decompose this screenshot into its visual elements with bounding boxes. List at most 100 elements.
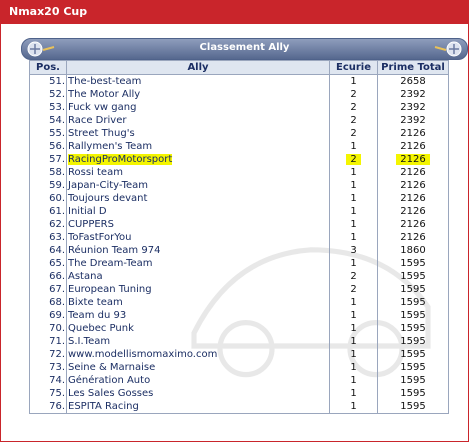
ecurie-count-cell: 2 — [329, 153, 378, 166]
ally-name-link[interactable]: Race Driver — [66, 114, 330, 127]
title-bar: Nmax20 Cup — [1, 1, 468, 24]
table-row: 57. RacingProMotorsport 2 2126 — [29, 153, 449, 166]
ecurie-count-cell: 2 — [329, 88, 378, 101]
prime-total-cell: 2126 — [377, 218, 449, 231]
ally-name-link[interactable]: S.I.Team — [66, 335, 330, 348]
rank-cell: 59. — [29, 179, 67, 192]
ally-name-link[interactable]: Street Thug's — [66, 127, 330, 140]
ecurie-count-cell: 1 — [329, 374, 378, 387]
prime-total-cell: 1595 — [377, 348, 449, 361]
ally-name-link[interactable]: www.modellismomaximo.com — [66, 348, 330, 361]
table-row: 70. Quebec Punk 1 1595 — [29, 322, 449, 335]
ally-name-link[interactable]: ESPITA Racing — [66, 400, 330, 414]
ecurie-count-cell: 1 — [329, 231, 378, 244]
prime-total-cell: 2126 — [377, 179, 449, 192]
prime-total-cell: 2392 — [377, 114, 449, 127]
table-row: 55. Street Thug's 2 2126 — [29, 127, 449, 140]
table-row: 74. Génération Auto 1 1595 — [29, 374, 449, 387]
highlight-mark: 2126 — [396, 154, 430, 165]
prime-total-cell: 2126 — [377, 192, 449, 205]
prime-total-cell: 2126 — [377, 166, 449, 179]
rank-cell: 54. — [29, 114, 67, 127]
ally-name-link[interactable]: The Dream-Team — [66, 257, 330, 270]
window-title: Nmax20 Cup — [9, 5, 88, 18]
ecurie-count-cell: 1 — [329, 205, 378, 218]
ecurie-count-cell: 1 — [329, 140, 378, 153]
ally-name-link[interactable]: Seine & Marnaise — [66, 361, 330, 374]
ally-name-link[interactable]: European Tuning — [66, 283, 330, 296]
table-row: 67. European Tuning 2 1595 — [29, 283, 449, 296]
prime-total-cell: 1595 — [377, 400, 449, 414]
table-row: 58. Rossi team 1 2126 — [29, 166, 449, 179]
prime-total-cell: 1595 — [377, 309, 449, 322]
ecurie-count-cell: 1 — [329, 348, 378, 361]
nmax-logo-icon — [434, 41, 462, 57]
column-header-pos: Pos. — [29, 60, 67, 75]
ally-name-link[interactable]: ToFastForYou — [66, 231, 330, 244]
table-row: 72. www.modellismomaximo.com 1 1595 — [29, 348, 449, 361]
table-row: 75. Les Sales Gosses 1 1595 — [29, 387, 449, 400]
ally-name-link[interactable]: Initial D — [66, 205, 330, 218]
ecurie-count-cell: 1 — [329, 218, 378, 231]
ally-name-link[interactable]: Rossi team — [66, 166, 330, 179]
ally-name-link[interactable]: Toujours devant — [66, 192, 330, 205]
prime-total-cell: 1595 — [377, 322, 449, 335]
table-row: 60. Toujours devant 1 2126 — [29, 192, 449, 205]
column-header-ecurie: Ecurie — [329, 60, 378, 75]
column-header-ally: Ally — [66, 60, 330, 75]
table-row: 59. Japan-City-Team 1 2126 — [29, 179, 449, 192]
ally-name-link[interactable]: Les Sales Gosses — [66, 387, 330, 400]
ally-name-link[interactable]: Bixte team — [66, 296, 330, 309]
ecurie-count-cell: 1 — [329, 74, 378, 88]
ally-name-link[interactable]: CUPPERS — [66, 218, 330, 231]
ally-name-link[interactable]: Rallymen's Team — [66, 140, 330, 153]
rank-cell: 60. — [29, 192, 67, 205]
table-row: 69. Team du 93 1 1595 — [29, 309, 449, 322]
ally-name-link[interactable]: The Motor Ally — [66, 88, 330, 101]
prime-total-cell: 2126 — [377, 231, 449, 244]
ally-name-link[interactable]: RacingProMotorsport — [66, 153, 330, 166]
ecurie-count-cell: 1 — [329, 322, 378, 335]
table-row: 63. ToFastForYou 1 2126 — [29, 231, 449, 244]
prime-total-cell: 1595 — [377, 257, 449, 270]
prime-total-cell: 2392 — [377, 101, 449, 114]
rank-cell: 72. — [29, 348, 67, 361]
ally-name-link[interactable]: Team du 93 — [66, 309, 330, 322]
rank-cell: 51. — [29, 74, 67, 88]
rank-cell: 65. — [29, 257, 67, 270]
rank-cell: 52. — [29, 88, 67, 101]
table-row: 64. Réunion Team 974 3 1860 — [29, 244, 449, 257]
rank-cell: 61. — [29, 205, 67, 218]
ally-name-link[interactable]: Réunion Team 974 — [66, 244, 330, 257]
ecurie-count-cell: 2 — [329, 270, 378, 283]
ally-name-link[interactable]: Génération Auto — [66, 374, 330, 387]
ranking-panel: Classement Ally Pos. Ally Ecurie Prime T… — [21, 38, 468, 441]
ally-name-link[interactable]: The-best-team — [66, 74, 330, 88]
panel-title: Classement Ally — [199, 42, 290, 53]
highlight-mark: RacingProMotorsport — [68, 154, 173, 165]
ally-name-link[interactable]: Quebec Punk — [66, 322, 330, 335]
ally-name-link[interactable]: Fuck vw gang — [66, 101, 330, 114]
table-row: 54. Race Driver 2 2392 — [29, 114, 449, 127]
prime-total-cell: 1595 — [377, 335, 449, 348]
table-header-row: Pos. Ally Ecurie Prime Total — [29, 60, 449, 75]
prime-total-cell: 1595 — [377, 296, 449, 309]
ecurie-count-cell: 1 — [329, 387, 378, 400]
prime-total-cell: 1595 — [377, 270, 449, 283]
rank-cell: 76. — [29, 400, 67, 414]
prime-total-cell: 2126 — [377, 140, 449, 153]
table-row: 62. CUPPERS 1 2126 — [29, 218, 449, 231]
table-row: 51. The-best-team 1 2658 — [29, 74, 449, 88]
rank-cell: 63. — [29, 231, 67, 244]
ecurie-count-cell: 2 — [329, 283, 378, 296]
rank-cell: 68. — [29, 296, 67, 309]
panel-header: Classement Ally — [21, 38, 468, 60]
rank-cell: 64. — [29, 244, 67, 257]
ally-name-link[interactable]: Japan-City-Team — [66, 179, 330, 192]
ally-name-link[interactable]: Astana — [66, 270, 330, 283]
table-row: 66. Astana 2 1595 — [29, 270, 449, 283]
ecurie-count-cell: 1 — [329, 361, 378, 374]
prime-total-cell: 2126 — [377, 127, 449, 140]
ecurie-count-cell: 1 — [329, 166, 378, 179]
column-header-prime-total: Prime Total — [377, 60, 449, 75]
